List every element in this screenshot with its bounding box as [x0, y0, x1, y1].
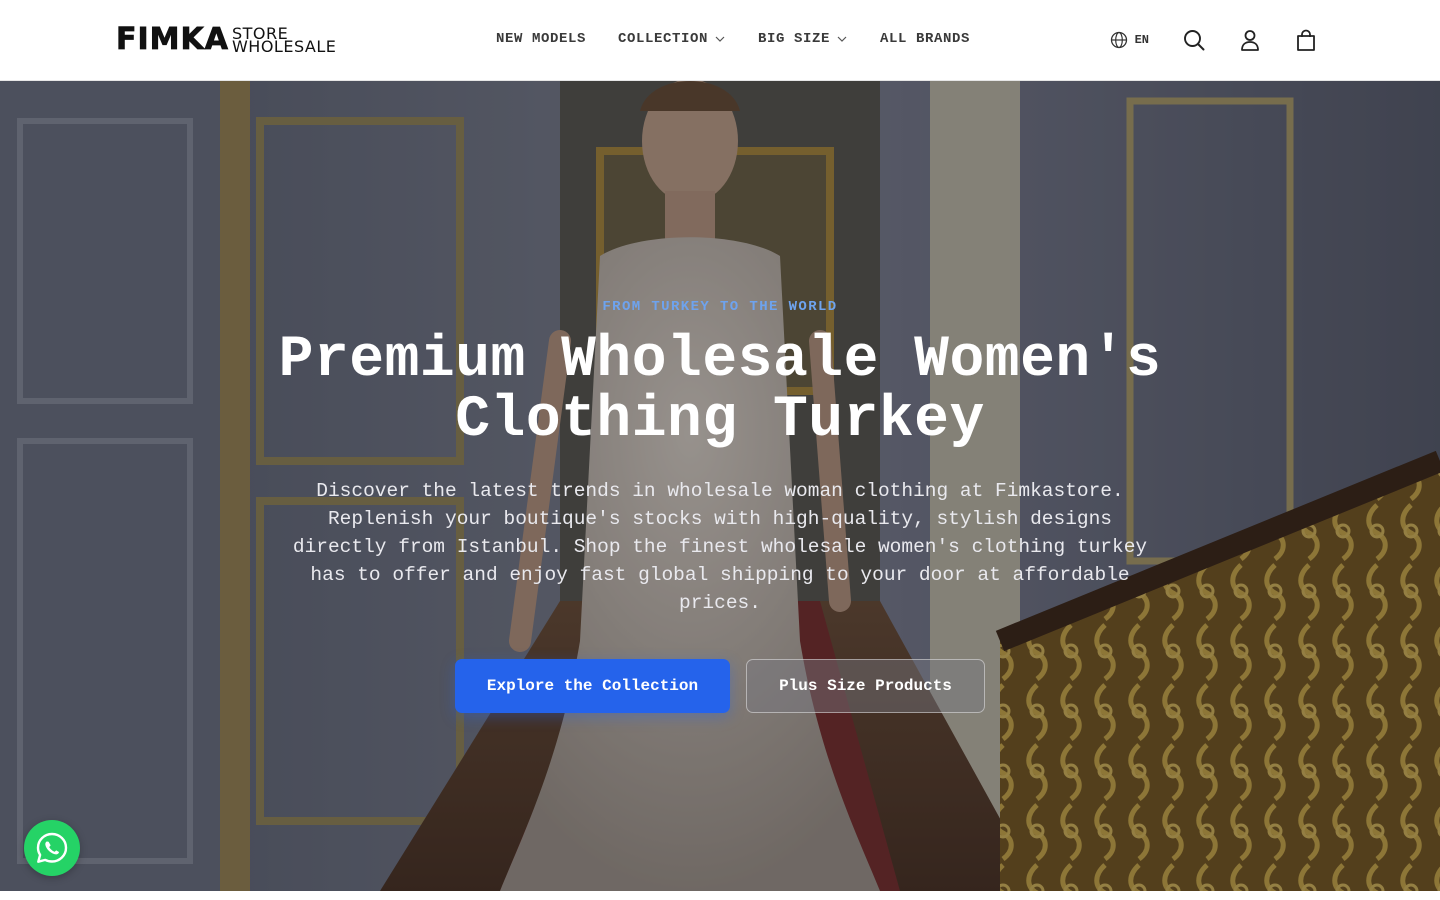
nav-item-all-brands[interactable]: ALL BRANDS	[880, 31, 970, 47]
explore-collection-button[interactable]: Explore the Collection	[455, 659, 730, 713]
chevron-down-icon	[715, 36, 725, 42]
logo-wordmark: FIMKA	[116, 22, 229, 57]
hero-description: Discover the latest trends in wholesale …	[292, 480, 1148, 614]
nav-item-new-models[interactable]: NEW MODELS	[496, 31, 586, 47]
main-nav: NEW MODELS COLLECTION BIG SIZE ALL BRAND…	[496, 29, 970, 49]
language-code: EN	[1134, 33, 1149, 47]
whatsapp-icon	[36, 832, 68, 863]
search-icon[interactable]	[1182, 28, 1206, 52]
nav-item-collection[interactable]: COLLECTION	[618, 31, 726, 47]
hero-title-line: Premium Wholesale Women's	[278, 328, 1162, 393]
hero-section: FROM TURKEY TO THE WORLD Premium Wholesa…	[0, 81, 1440, 891]
globe-icon	[1110, 31, 1127, 49]
site-header: FIMKA STORE WHOLESALE NEW MODELS COLLECT…	[0, 0, 1440, 81]
hero-title: Premium Wholesale Women's Clothing Turke…	[220, 331, 1220, 451]
nav-item-label: COLLECTION	[618, 31, 709, 47]
logo-sub-bottom: WHOLESALE	[231, 37, 337, 56]
logo[interactable]: FIMKA STORE WHOLESALE	[116, 24, 336, 56]
hero-eyebrow: FROM TURKEY TO THE WORLD	[602, 299, 838, 315]
header-tools: EN	[1110, 26, 1318, 54]
logo-subtitle: STORE WHOLESALE	[231, 26, 337, 56]
nav-item-label: NEW MODELS	[496, 31, 587, 47]
whatsapp-chat-button[interactable]	[24, 820, 80, 876]
page-bottom-edge	[0, 891, 1440, 900]
nav-item-big-size[interactable]: BIG SIZE	[758, 31, 848, 47]
plus-size-products-button[interactable]: Plus Size Products	[746, 659, 985, 713]
hero-title-line: Clothing Turkey	[455, 388, 985, 453]
language-selector[interactable]: EN	[1110, 31, 1149, 49]
cart-icon[interactable]	[1294, 28, 1318, 52]
nav-item-label: ALL BRANDS	[880, 31, 971, 47]
chevron-down-icon	[837, 36, 847, 42]
account-icon[interactable]	[1238, 28, 1262, 52]
nav-item-label: BIG SIZE	[758, 31, 831, 47]
